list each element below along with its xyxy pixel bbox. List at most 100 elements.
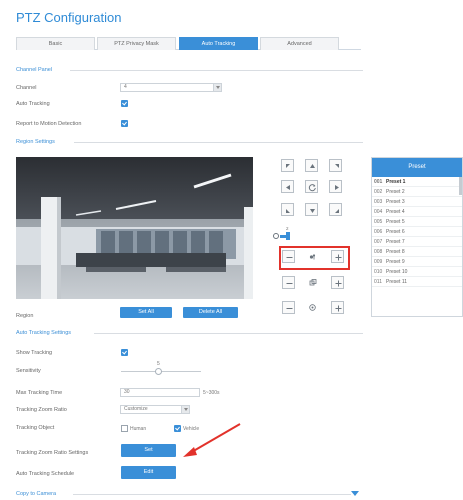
preset-scrollbar[interactable] [459,177,462,195]
section-region-settings: Region Settings [16,139,55,145]
iris-icon-cell [306,301,319,314]
preset-number: 007 [374,239,383,245]
preset-name: Preset 3 [386,199,405,205]
preset-number: 003 [374,199,383,205]
arrow-down-left-icon [286,209,290,213]
pan-up-left-button[interactable] [281,159,294,172]
arrow-down-icon [310,209,315,213]
preset-row[interactable]: 002 Preset 2 [372,187,462,197]
preset-row[interactable]: 004 Preset 4 [372,207,462,217]
refresh-icon [308,184,316,192]
section-divider [94,333,363,334]
chevron-down-icon [181,406,189,413]
focus-icon [309,279,317,286]
preset-row[interactable]: 007 Preset 7 [372,237,462,247]
iris-icon [309,304,316,311]
arrow-left-icon [286,185,290,190]
page-title: PTZ Configuration [16,10,122,25]
preset-row[interactable]: 008 Preset 8 [372,247,462,257]
preset-name: Preset 8 [386,249,405,255]
preset-name: Preset 10 [386,269,408,275]
auto-tracking-checkbox[interactable] [121,100,128,107]
auto-scan-button[interactable] [305,180,318,193]
pan-up-right-button[interactable] [329,159,342,172]
video-preview[interactable] [16,157,253,299]
sensitivity-label: Sensitivity [16,368,41,374]
plus-icon [335,305,342,312]
section-divider [74,142,363,143]
tab-auto-tracking[interactable]: Auto Tracking [179,37,258,50]
channel-value: 4 [124,84,127,90]
tracking-zoom-ratio-value: Customize [124,406,148,412]
speed-knob-icon[interactable] [273,233,279,239]
preset-name: Preset 4 [386,209,405,215]
max-tracking-time-range: 5~300s [203,390,220,396]
preset-name: Preset 7 [386,239,405,245]
preset-row[interactable]: 003 Preset 3 [372,197,462,207]
tab-basic[interactable]: Basic [16,37,95,50]
preset-name: Preset 11 [386,279,408,285]
zoom-highlight-box [279,246,350,270]
tab-ptz-privacy-mask[interactable]: PTZ Privacy Mask [97,37,176,50]
iris-close-button[interactable] [282,301,295,314]
tracking-zoom-ratio-label: Tracking Zoom Ratio [16,407,67,413]
pan-down-right-button[interactable] [329,203,342,216]
preset-number: 001 [374,179,383,185]
channel-select[interactable]: 4 [120,83,222,92]
max-tracking-time-input[interactable]: 30 [120,388,200,397]
arrow-down-right-icon [335,209,339,213]
chevron-down-icon [213,84,221,91]
section-auto-tracking-settings: Auto Tracking Settings [16,330,72,336]
section-channel-panel: Channel Panel [16,67,53,73]
focus-far-button[interactable] [331,276,344,289]
tab-bar: Basic PTZ Privacy Mask Auto Tracking Adv… [16,37,361,50]
expand-down-icon[interactable] [351,491,359,497]
report-motion-checkbox[interactable] [121,120,128,127]
preset-row[interactable]: 001 Preset 1 [372,177,462,187]
schedule-edit-button[interactable]: Edit [121,466,176,479]
pan-left-button[interactable] [281,180,294,193]
preset-name: Preset 6 [386,229,405,235]
preset-row[interactable]: 009 Preset 9 [372,257,462,267]
arrow-up-icon [310,164,315,168]
preset-name: Preset 9 [386,259,405,265]
preset-number: 008 [374,249,383,255]
camera-image [16,157,253,299]
tracking-zoom-ratio-select[interactable]: Customize [120,405,190,414]
set-all-button[interactable]: Set All [120,307,172,318]
preset-row[interactable]: 010 Preset 10 [372,267,462,277]
speed-handle[interactable] [286,232,290,240]
human-label: Human [130,426,147,432]
section-divider [73,494,351,495]
sensitivity-slider-handle[interactable] [155,368,162,375]
preset-number: 011 [374,279,382,285]
arrow-right-icon [335,185,339,190]
pointer-arrow-icon [183,423,241,457]
channel-label: Channel [16,85,37,91]
focus-near-button[interactable] [282,276,295,289]
pan-right-button[interactable] [329,180,342,193]
show-tracking-checkbox[interactable] [121,349,128,356]
pan-down-left-button[interactable] [281,203,294,216]
minus-icon [286,308,293,309]
preset-name: Preset 5 [386,219,405,225]
preset-number: 004 [374,209,383,215]
tab-advanced[interactable]: Advanced [260,37,339,50]
report-motion-label: Report to Motion Detection [16,121,82,127]
preset-list: Preset 001 Preset 1 002 Preset 2 003 Preset 3… [371,157,463,317]
section-divider [70,70,363,71]
preset-row[interactable]: 011 Preset 11 [372,277,462,287]
delete-all-button[interactable]: Delete All [183,307,238,318]
pan-down-button[interactable] [305,203,318,216]
preset-row[interactable]: 005 Preset 5 [372,217,462,227]
sensitivity-value: 5 [157,361,160,367]
zoom-ratio-set-button[interactable]: Set [121,444,176,457]
preset-number: 009 [374,259,383,265]
pan-up-button[interactable] [305,159,318,172]
preset-row[interactable]: 006 Preset 6 [372,227,462,237]
tracking-zoom-ratio-settings-label: Tracking Zoom Ratio Settings [16,450,89,456]
max-tracking-time-label: Max Tracking Time [16,390,63,396]
human-checkbox[interactable] [121,425,128,432]
section-copy-to-camera: Copy to Camera [16,491,57,497]
iris-open-button[interactable] [331,301,344,314]
